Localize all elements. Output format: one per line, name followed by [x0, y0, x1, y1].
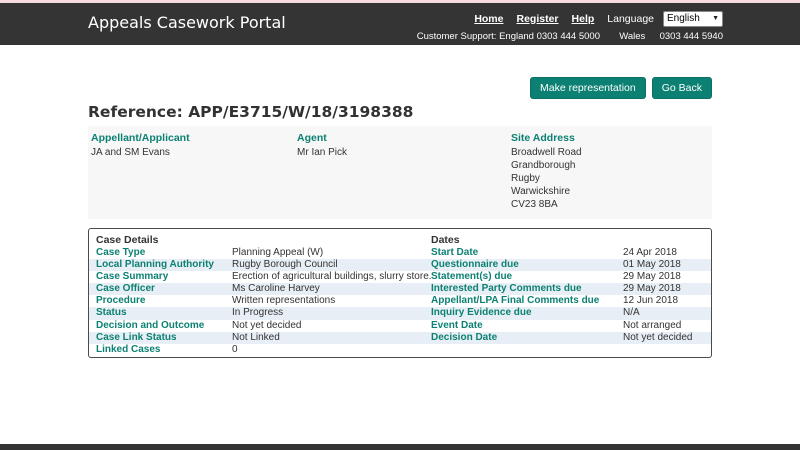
case-detail-label: Case Type	[96, 247, 232, 259]
agent-block: Agent Mr Ian Pick	[297, 132, 511, 211]
appellant-block: Appellant/Applicant JA and SM Evans	[91, 132, 297, 211]
table-row: Procedure Written representations Appell…	[89, 295, 711, 307]
make-representation-button[interactable]: Make representation	[530, 77, 646, 99]
date-label: Appellant/LPA Final Comments due	[431, 295, 623, 307]
case-detail-value: Not Linked	[232, 332, 431, 344]
table-row: Local Planning Authority Rugby Borough C…	[89, 259, 711, 271]
case-details-title: Case Details	[96, 233, 232, 247]
case-detail-value: Rugby Borough Council	[232, 259, 431, 271]
language-selected-value: English	[667, 13, 700, 24]
date-value: 29 May 2018	[623, 283, 711, 295]
case-detail-value: In Progress	[232, 307, 431, 319]
site-address-label: Site Address	[511, 132, 712, 144]
case-detail-label: Case Summary	[96, 271, 232, 283]
table-header-row: Case Details Dates	[89, 233, 711, 247]
date-value: 24 Apr 2018	[623, 247, 711, 259]
agent-label: Agent	[297, 132, 511, 144]
date-value: N/A	[623, 307, 711, 319]
case-detail-label: Decision and Outcome	[96, 320, 232, 332]
site-address-line: Broadwell Road	[511, 146, 712, 159]
site-address-line: Warwickshire	[511, 185, 712, 198]
case-detail-label: Local Planning Authority	[96, 259, 232, 271]
action-buttons: Make representation Go Back	[530, 77, 712, 99]
header-nav: Home Register Help Language English ▼	[417, 10, 723, 27]
case-tables: Case Details Dates Case Type Planning Ap…	[88, 228, 712, 358]
appellant-label: Appellant/Applicant	[91, 132, 297, 144]
date-value: Not arranged	[623, 320, 711, 332]
date-label: Start Date	[431, 247, 623, 259]
go-back-button[interactable]: Go Back	[652, 77, 712, 99]
date-label: Decision Date	[431, 332, 623, 344]
case-detail-label: Case Link Status	[96, 332, 232, 344]
table-row: Case Type Planning Appeal (W) Start Date…	[89, 247, 711, 259]
customer-support-line: Customer Support: England 0303 444 5000 …	[417, 31, 723, 42]
table-row: Case Summary Erection of agricultural bu…	[89, 271, 711, 283]
date-value: 12 Jun 2018	[623, 295, 711, 307]
case-detail-label: Case Officer	[96, 283, 232, 295]
site-address-line: Grandborough	[511, 159, 712, 172]
page: Appeals Casework Portal Home Register He…	[0, 0, 800, 450]
date-label: Event Date	[431, 320, 623, 332]
table-row: Status In Progress Inquiry Evidence due …	[89, 307, 711, 319]
table-row: Case Officer Ms Caroline Harvey Interest…	[89, 283, 711, 295]
support-prefix: Customer Support:	[417, 31, 497, 42]
case-detail-value: Not yet decided	[232, 320, 431, 332]
support-wales-label: Wales	[619, 31, 645, 42]
date-value: 01 May 2018	[623, 259, 711, 271]
date-label: Questionnaire due	[431, 259, 623, 271]
dates-title: Dates	[431, 233, 623, 247]
header-right: Home Register Help Language English ▼ Cu…	[417, 10, 723, 42]
chevron-down-icon: ▼	[712, 15, 719, 22]
footer-bar	[0, 444, 800, 450]
date-label: Statement(s) due	[431, 271, 623, 283]
header-bar: Appeals Casework Portal Home Register He…	[0, 3, 800, 45]
date-value: 29 May 2018	[623, 271, 711, 283]
case-detail-value: Written representations	[232, 295, 431, 307]
site-address-line: Rugby	[511, 172, 712, 185]
table-row: Linked Cases 0	[89, 344, 711, 356]
case-detail-value: Erection of agricultural buildings, slur…	[232, 271, 431, 283]
nav-link-register[interactable]: Register	[517, 13, 559, 25]
table-row: Decision and Outcome Not yet decided Eve…	[89, 320, 711, 332]
language-label: Language	[607, 13, 654, 25]
case-detail-value: Ms Caroline Harvey	[232, 283, 431, 295]
support-wales-phone: 0303 444 5940	[660, 31, 723, 42]
case-detail-label: Linked Cases	[96, 344, 232, 356]
date-label: Inquiry Evidence due	[431, 307, 623, 319]
site-address-block: Site Address Broadwell Road Grandborough…	[511, 132, 712, 211]
parties-panel: Appellant/Applicant JA and SM Evans Agen…	[88, 126, 712, 219]
site-address-line: CV23 8BA	[511, 198, 712, 211]
nav-link-help[interactable]: Help	[572, 13, 595, 25]
support-england: England 0303 444 5000	[499, 31, 600, 42]
case-detail-value: 0	[232, 344, 431, 356]
case-detail-value: Planning Appeal (W)	[232, 247, 431, 259]
portal-title: Appeals Casework Portal	[88, 13, 286, 32]
language-select[interactable]: English ▼	[663, 11, 723, 27]
agent-value: Mr Ian Pick	[297, 146, 511, 159]
date-value: Not yet decided	[623, 332, 711, 344]
case-detail-label: Status	[96, 307, 232, 319]
reference-heading: Reference: APP/E3715/W/18/3198388	[88, 103, 413, 121]
nav-link-home[interactable]: Home	[474, 13, 503, 25]
case-detail-label: Procedure	[96, 295, 232, 307]
appellant-value: JA and SM Evans	[91, 146, 297, 159]
date-label: Interested Party Comments due	[431, 283, 623, 295]
table-row: Case Link Status Not Linked Decision Dat…	[89, 332, 711, 344]
